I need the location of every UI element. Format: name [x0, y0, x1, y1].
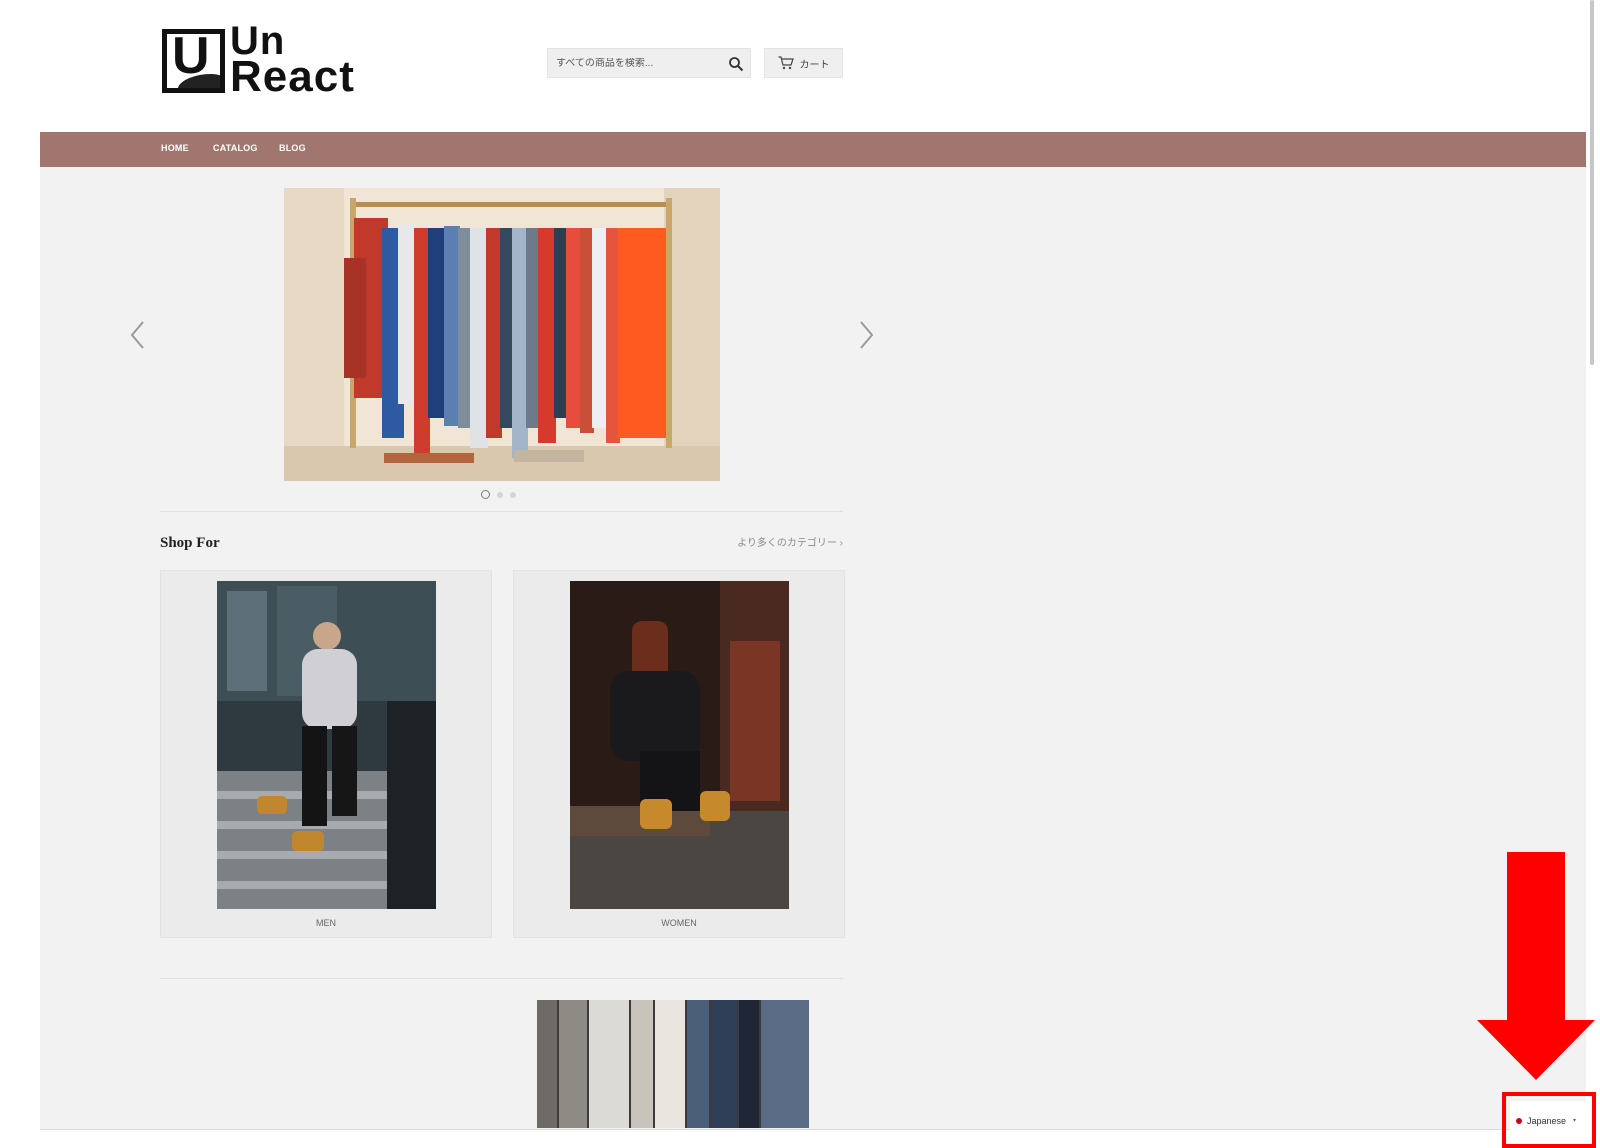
slide-dot-3[interactable]: [510, 491, 516, 498]
divider: [160, 978, 843, 979]
page: U Un React カート HOME CATALOG BLOG: [0, 0, 1600, 1148]
annotation-arrow-icon: [1477, 852, 1595, 1080]
nav-item-home[interactable]: HOME: [161, 144, 189, 153]
category-card-men[interactable]: MEN: [160, 570, 492, 938]
cart-label: カート: [799, 59, 830, 71]
category-label-women: WOMEN: [661, 918, 697, 928]
slide-dot-1[interactable]: [481, 490, 490, 499]
divider: [160, 511, 843, 512]
slideshow-image: [284, 188, 720, 481]
logo-mark: U: [162, 29, 225, 93]
language-label: Japanese: [1527, 1115, 1567, 1126]
section-title: Shop For: [160, 535, 220, 551]
flag-icon: [1516, 1118, 1522, 1124]
featured-image: [537, 1000, 809, 1128]
nav-item-blog[interactable]: BLOG: [279, 144, 306, 153]
search-input[interactable]: [548, 57, 718, 69]
search-icon[interactable]: [728, 56, 744, 72]
caret-icon: ▾: [1573, 1118, 1577, 1124]
slideshow-dots: [481, 490, 516, 499]
store-logo[interactable]: U Un React: [162, 21, 362, 101]
slide-dot-2[interactable]: [497, 491, 503, 498]
logo-text-react: React: [230, 52, 355, 101]
chevron-right-icon[interactable]: [856, 319, 876, 351]
search-box: [547, 48, 751, 78]
main-nav: HOME CATALOG BLOG: [40, 132, 1586, 167]
scrollbar-thumb[interactable]: [1590, 0, 1594, 365]
language-selector[interactable]: Japanese ▾: [1510, 1101, 1588, 1141]
category-image-men: [217, 581, 436, 909]
cart-icon: [778, 56, 794, 70]
cart-button[interactable]: カート: [764, 48, 843, 78]
category-card-women[interactable]: WOMEN: [513, 570, 845, 938]
chevron-left-icon[interactable]: [128, 319, 148, 351]
category-label-men: MEN: [316, 918, 336, 928]
category-image-women: [570, 581, 789, 909]
nav-item-catalog[interactable]: CATALOG: [213, 144, 258, 153]
more-categories-link[interactable]: より多くのカテゴリー ›: [725, 539, 843, 549]
clothing-rack-photo: [284, 188, 720, 481]
